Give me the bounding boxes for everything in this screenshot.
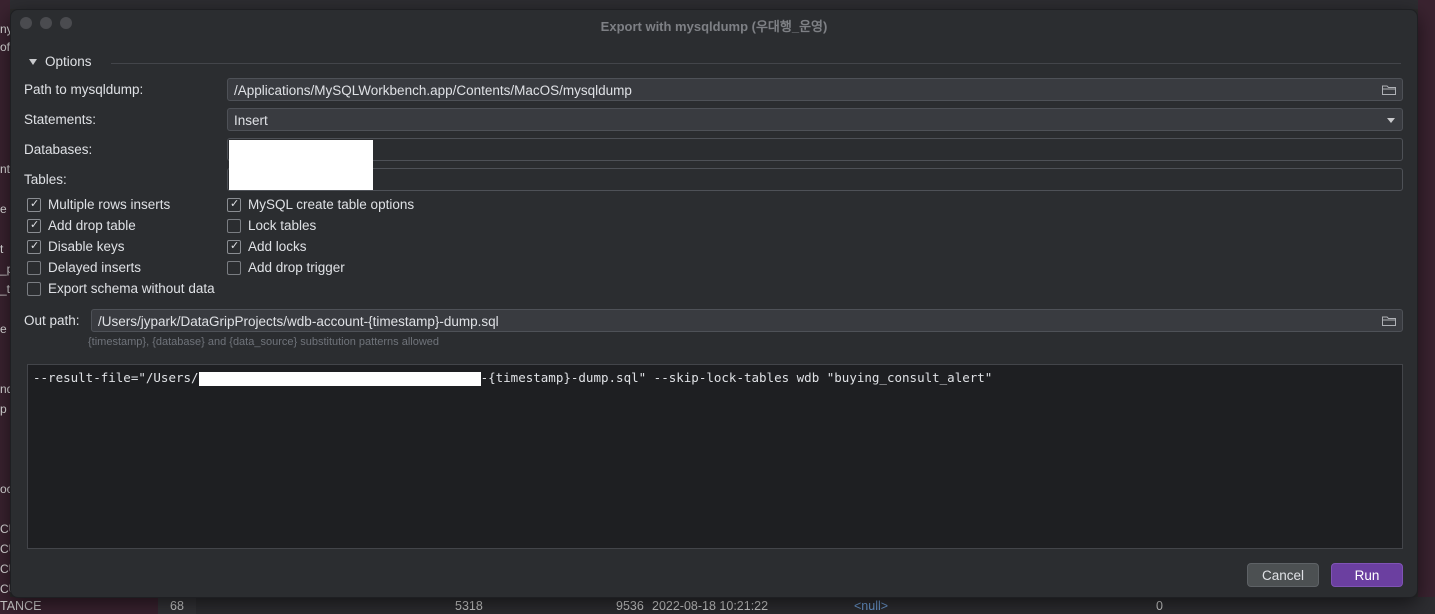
checkbox-box: ✓ bbox=[227, 198, 241, 212]
command-suffix: -{timestamp}-dump.sql" --skip-lock-table… bbox=[480, 370, 993, 385]
background-table-row: TANCE 68 5318 9536 2022-08-18 10:21:22 <… bbox=[0, 597, 1435, 614]
substitution-hint: {timestamp}, {database} and {data_source… bbox=[88, 336, 440, 348]
command-prefix: --result-file="/Users/ bbox=[33, 370, 199, 385]
checkbox-box: ✓ bbox=[27, 219, 41, 233]
checkbox-label: Add drop table bbox=[48, 218, 136, 233]
checkbox-box bbox=[227, 219, 241, 233]
chevron-down-icon bbox=[29, 59, 37, 65]
path-label: Path to mysqldump: bbox=[24, 82, 144, 97]
bg-row-last: 0 bbox=[1156, 599, 1163, 613]
bg-fragment: e bbox=[0, 202, 7, 216]
bg-row-value2: 9536 bbox=[616, 599, 644, 613]
checkbox-box: ✓ bbox=[227, 240, 241, 254]
bg-fragment: nt bbox=[0, 162, 11, 176]
run-button[interactable]: Run bbox=[1331, 563, 1403, 587]
checkmark-icon: ✓ bbox=[230, 240, 240, 252]
checkbox-box: ✓ bbox=[27, 198, 41, 212]
checkbox-label: Delayed inserts bbox=[48, 260, 142, 275]
checkbox-label: Disable keys bbox=[48, 239, 125, 254]
command-redaction bbox=[198, 371, 481, 386]
checkmark-icon: ✓ bbox=[230, 198, 240, 210]
out-path-value: /Users/jypark/DataGripProjects/wdb-accou… bbox=[98, 314, 499, 329]
background-table-strip bbox=[10, 0, 1418, 9]
bg-row-null: <null> bbox=[854, 599, 889, 613]
bg-row-datetime: 2022-08-18 10:21:22 bbox=[652, 599, 769, 613]
checkbox-label: Multiple rows inserts bbox=[48, 197, 171, 212]
bg-fragment: e bbox=[0, 322, 7, 336]
databases-field[interactable] bbox=[227, 138, 1403, 161]
checkmark-icon: ✓ bbox=[30, 240, 40, 252]
checkbox-box: ✓ bbox=[27, 240, 41, 254]
checkbox-label: Export schema without data bbox=[48, 281, 215, 296]
out-path-field[interactable]: /Users/jypark/DataGripProjects/wdb-accou… bbox=[91, 309, 1403, 332]
bg-fragment: p bbox=[0, 402, 7, 416]
folder-icon[interactable] bbox=[1382, 316, 1396, 326]
checkbox-label: Add drop trigger bbox=[248, 260, 345, 275]
background-left-panel: ny of nt e t _p _t e nd p oc CU CU CU CU bbox=[0, 0, 17, 614]
checkmark-icon: ✓ bbox=[30, 198, 40, 210]
databases-label: Databases: bbox=[24, 142, 93, 157]
tables-field[interactable] bbox=[227, 168, 1403, 191]
bg-fragment: t bbox=[0, 242, 4, 256]
checkbox-box bbox=[27, 282, 41, 296]
dialog-titlebar: Export with mysqldump (우대행_운영) bbox=[11, 10, 1417, 36]
checkbox-label: Add locks bbox=[248, 239, 307, 254]
statements-label: Statements: bbox=[24, 112, 97, 127]
path-value: /Applications/MySQLWorkbench.app/Content… bbox=[234, 83, 632, 98]
out-path-label: Out path: bbox=[24, 313, 80, 328]
bg-row-value1: 5318 bbox=[455, 599, 483, 613]
dialog-title: Export with mysqldump (우대행_운영) bbox=[600, 19, 828, 34]
checkbox-label: Lock tables bbox=[248, 218, 317, 233]
section-divider bbox=[111, 63, 1401, 64]
bg-fragment: of bbox=[0, 40, 11, 54]
checkbox-box bbox=[227, 261, 241, 275]
redaction-block bbox=[229, 140, 373, 190]
statements-value: Insert bbox=[234, 113, 268, 128]
checkbox-label: MySQL create table options bbox=[248, 197, 415, 212]
folder-icon[interactable] bbox=[1382, 85, 1396, 95]
checkbox-box bbox=[27, 261, 41, 275]
cancel-button[interactable]: Cancel bbox=[1247, 563, 1319, 587]
export-dialog: Export with mysqldump (우대행_운영) Options P… bbox=[10, 9, 1418, 598]
checkmark-icon: ✓ bbox=[30, 219, 40, 231]
path-field[interactable]: /Applications/MySQLWorkbench.app/Content… bbox=[227, 78, 1403, 101]
bg-row-tag-text: TANCE bbox=[0, 599, 42, 613]
bg-row-tag: TANCE bbox=[0, 597, 158, 614]
chevron-down-icon bbox=[1387, 118, 1395, 123]
options-section-label: Options bbox=[45, 54, 92, 69]
bg-fragment: _t bbox=[0, 282, 11, 296]
command-preview[interactable]: --result-file="/Users/ -{timestamp}-dump.… bbox=[27, 364, 1403, 549]
bg-row-id: 68 bbox=[170, 599, 184, 613]
tables-label: Tables: bbox=[24, 172, 67, 187]
statements-select[interactable]: Insert bbox=[227, 108, 1403, 131]
command-text: --result-file="/Users/ -{timestamp}-dump.… bbox=[33, 370, 992, 386]
background-right-panel bbox=[1418, 0, 1435, 614]
